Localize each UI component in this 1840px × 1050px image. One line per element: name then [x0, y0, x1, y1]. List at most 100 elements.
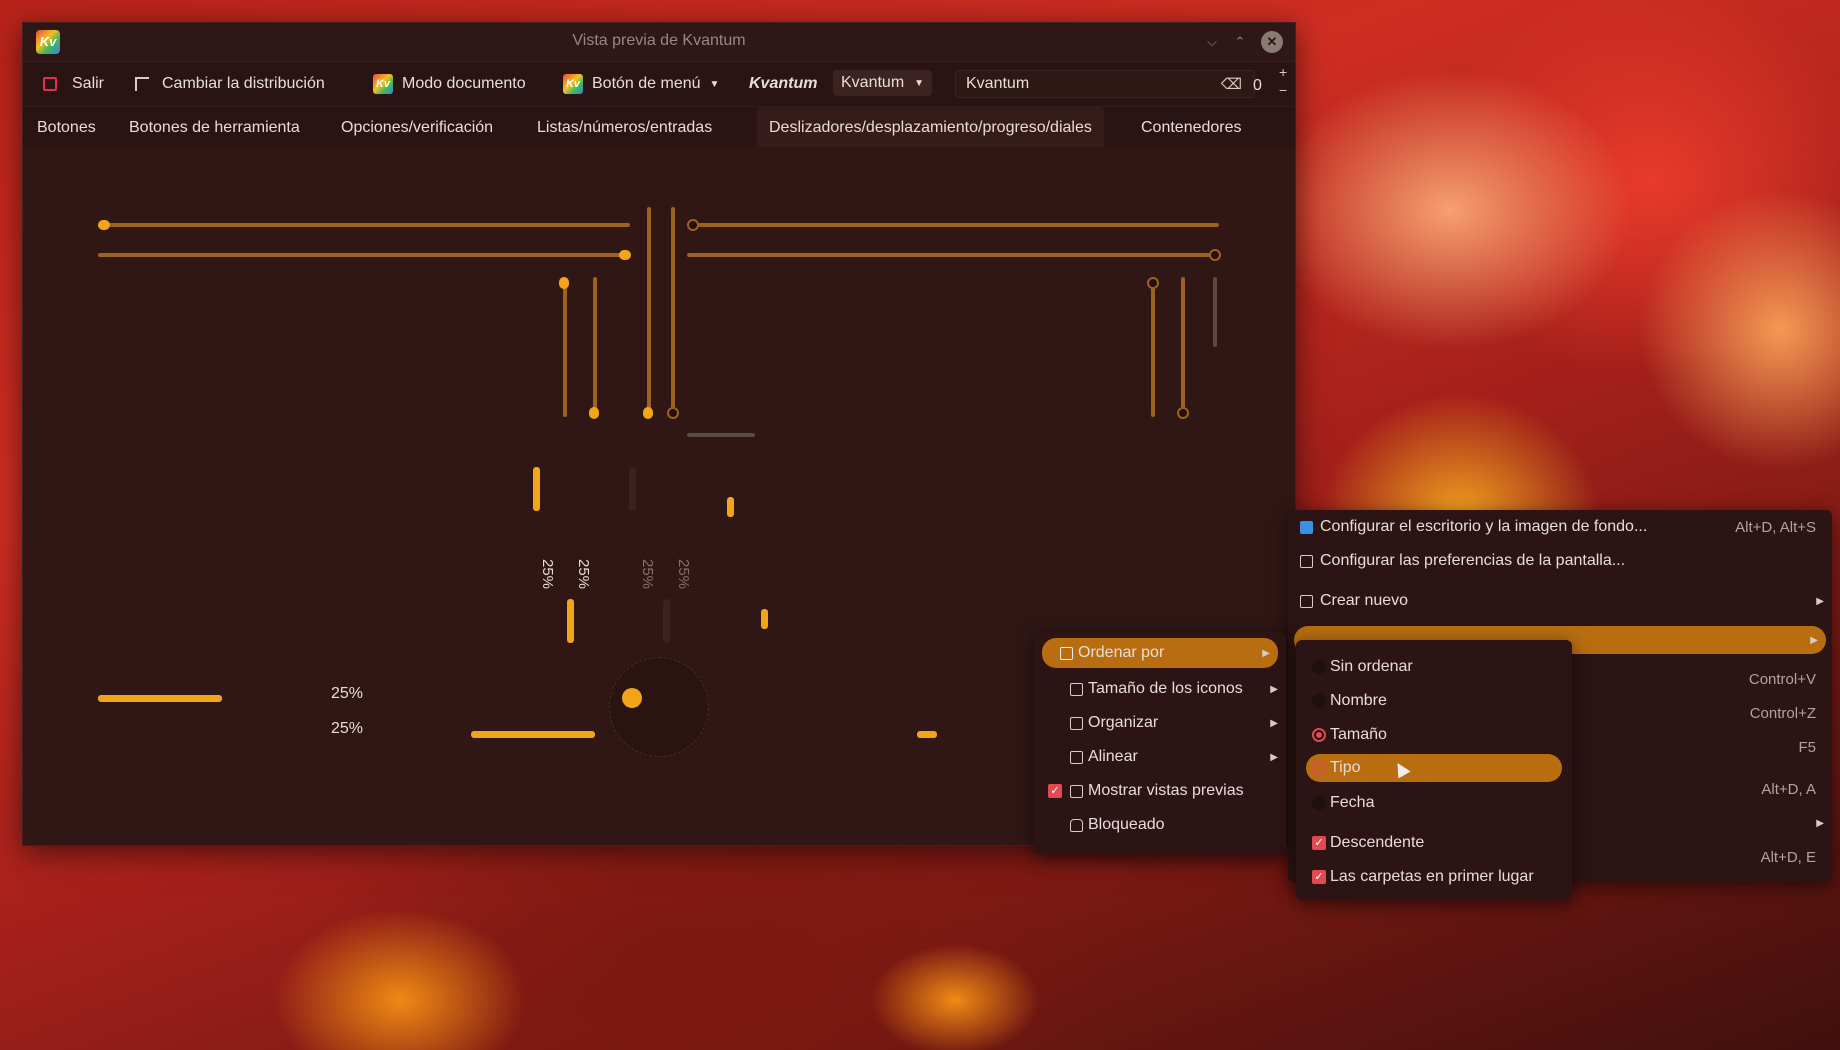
spin-box[interactable]: 0 [1253, 74, 1262, 98]
vertical-slider-6[interactable] [1181, 277, 1185, 417]
menu-item-align[interactable]: Alinear ▶ [1034, 740, 1286, 774]
tab-listas[interactable]: Listas/números/entradas [525, 107, 724, 149]
slider-handle[interactable] [1209, 249, 1221, 261]
spin-down-button[interactable]: − [1279, 82, 1287, 98]
tab-botones-herramienta[interactable]: Botones de herramienta [117, 107, 312, 149]
menu-item-label: Configurar las preferencias de la pantal… [1320, 552, 1626, 569]
slider-handle[interactable] [643, 407, 653, 419]
title-bar[interactable]: Kv Vista previa de Kvantum ⌵ ⌃ ✕ [23, 23, 1295, 62]
sort-by-menu: Sin ordenar Nombre Tamaño Tipo Fecha ✓ D… [1296, 640, 1572, 900]
spin-box-value: 0 [1253, 77, 1262, 94]
vertical-scrollbar[interactable] [1213, 277, 1217, 347]
menu-button[interactable]: Kv Botón de menú ▼ [563, 72, 719, 96]
menu-item-label: Sin ordenar [1330, 658, 1413, 675]
horizontal-slider-4[interactable] [687, 253, 1219, 257]
slider-handle[interactable] [619, 250, 631, 260]
slider-handle[interactable] [1177, 407, 1189, 419]
clear-text-icon[interactable]: ⌫ [1221, 75, 1242, 93]
display-icon [1300, 554, 1313, 568]
menu-item-label: Mostrar vistas previas [1088, 782, 1244, 799]
radio-off-icon[interactable] [1312, 660, 1326, 674]
horizontal-slider-2[interactable] [98, 253, 630, 257]
tab-opciones[interactable]: Opciones/verificación [329, 107, 505, 149]
dial[interactable] [609, 657, 709, 757]
radio-off-icon[interactable] [1312, 694, 1326, 708]
menu-item-icon-size[interactable]: Tamaño de los iconos ▶ [1034, 672, 1286, 706]
progress-label: 25% [639, 559, 656, 590]
radio-hover-icon[interactable] [1312, 761, 1326, 775]
tab-deslizadores[interactable]: Deslizadores/desplazamiento/progreso/dia… [757, 107, 1104, 149]
slider-handle[interactable] [687, 219, 699, 231]
image-icon [1070, 784, 1083, 798]
desktop-icon [1300, 520, 1313, 534]
kvantum-icon: Kv [563, 74, 583, 94]
exit-button[interactable]: Salir [43, 72, 104, 96]
tab-botones[interactable]: Botones [25, 107, 108, 149]
checkbox-checked-icon[interactable]: ✓ [1048, 784, 1062, 798]
slider-handle[interactable] [559, 277, 569, 289]
progress-label: 25% [539, 559, 556, 590]
menu-item-sort-by[interactable]: Ordenar por ▶ [1042, 638, 1278, 668]
menu-item-type[interactable]: Tipo [1306, 754, 1562, 782]
dial-knob[interactable] [622, 688, 642, 708]
menu-item-configure-desktop[interactable]: Configurar el escritorio y la imagen de … [1288, 510, 1832, 544]
tab-contenedores[interactable]: Contenedores [1129, 107, 1254, 149]
maximize-button[interactable]: ⌃ [1229, 31, 1251, 53]
menu-item-folders-first[interactable]: ✓ Las carpetas en primer lugar [1296, 860, 1572, 894]
horizontal-slider-1[interactable] [98, 223, 630, 227]
checkbox-checked-icon[interactable]: ✓ [1312, 836, 1326, 850]
change-layout-button[interactable]: Cambiar la distribución [135, 72, 325, 96]
vertical-slider-3[interactable] [647, 207, 651, 417]
submenu-arrow-icon: ▶ [1270, 683, 1278, 695]
theme-combo-value: Kvantum [841, 74, 905, 91]
vertical-slider-2[interactable] [593, 277, 597, 417]
radio-on-icon[interactable] [1312, 728, 1326, 742]
align-icon [1070, 750, 1083, 764]
slider-handle[interactable] [1147, 277, 1159, 289]
menu-item-label: Las carpetas en primer lugar [1330, 868, 1534, 885]
radio-off-icon[interactable] [1312, 796, 1326, 810]
vertical-slider-1[interactable] [563, 277, 567, 417]
menu-item-name[interactable]: Nombre [1296, 684, 1572, 718]
slider-handle[interactable] [589, 407, 599, 419]
menu-item-show-previews[interactable]: ✓ Mostrar vistas previas [1034, 774, 1286, 808]
menu-item-label: Fecha [1330, 794, 1375, 811]
chevron-down-icon: ▼ [914, 77, 925, 89]
menu-item-date[interactable]: Fecha [1296, 786, 1572, 820]
vertical-slider-5[interactable] [1151, 277, 1155, 417]
theme-combo[interactable]: Kvantum ▼ [833, 70, 933, 96]
menu-item-label: Descendente [1330, 834, 1425, 851]
vertical-progress-bar [567, 599, 574, 643]
menu-item-create-new[interactable]: Crear nuevo ▶ [1288, 584, 1832, 618]
document-mode-button[interactable]: Kv Modo documento [373, 72, 526, 96]
progress-label: 25% [575, 559, 592, 590]
vertical-slider-4[interactable] [671, 207, 675, 417]
menu-item-locked[interactable]: Bloqueado [1034, 808, 1286, 842]
horizontal-slider-3[interactable] [687, 223, 1219, 227]
resize-icon [1070, 682, 1083, 696]
slider-handle[interactable] [98, 220, 110, 230]
menu-item-shortcut: Alt+D, Alt+S [1735, 518, 1816, 536]
spin-up-button[interactable]: + [1279, 64, 1287, 80]
menu-item-size[interactable]: Tamaño [1296, 718, 1572, 752]
vertical-progress-bar [629, 467, 636, 511]
italic-toolbutton[interactable]: Kvantum [749, 72, 817, 96]
menu-item-unsorted[interactable]: Sin ordenar [1296, 650, 1572, 684]
progress-label: 25% [331, 720, 364, 737]
submenu-arrow-icon: ▶ [1810, 634, 1818, 646]
text-line-edit[interactable]: Kvantum ⌫ [955, 70, 1255, 98]
minimize-button[interactable]: ⌵ [1201, 31, 1223, 53]
italic-toolbutton-label: Kvantum [749, 75, 818, 92]
close-button[interactable]: ✕ [1261, 31, 1283, 53]
menu-item-label: Ordenar por [1078, 644, 1165, 661]
menu-item-configure-display[interactable]: Configurar las preferencias de la pantal… [1288, 544, 1832, 578]
menu-button-label: Botón de menú [592, 75, 701, 92]
menu-item-label: Configurar el escritorio y la imagen de … [1320, 518, 1648, 535]
slider-handle[interactable] [667, 407, 679, 419]
menu-item-label: Crear nuevo [1320, 592, 1409, 609]
horizontal-scrollbar[interactable] [687, 433, 755, 437]
menu-item-label: Tamaño de los iconos [1088, 680, 1243, 697]
menu-item-descending[interactable]: ✓ Descendente [1296, 826, 1572, 860]
checkbox-checked-icon[interactable]: ✓ [1312, 870, 1326, 884]
menu-item-arrange[interactable]: Organizar ▶ [1034, 706, 1286, 740]
